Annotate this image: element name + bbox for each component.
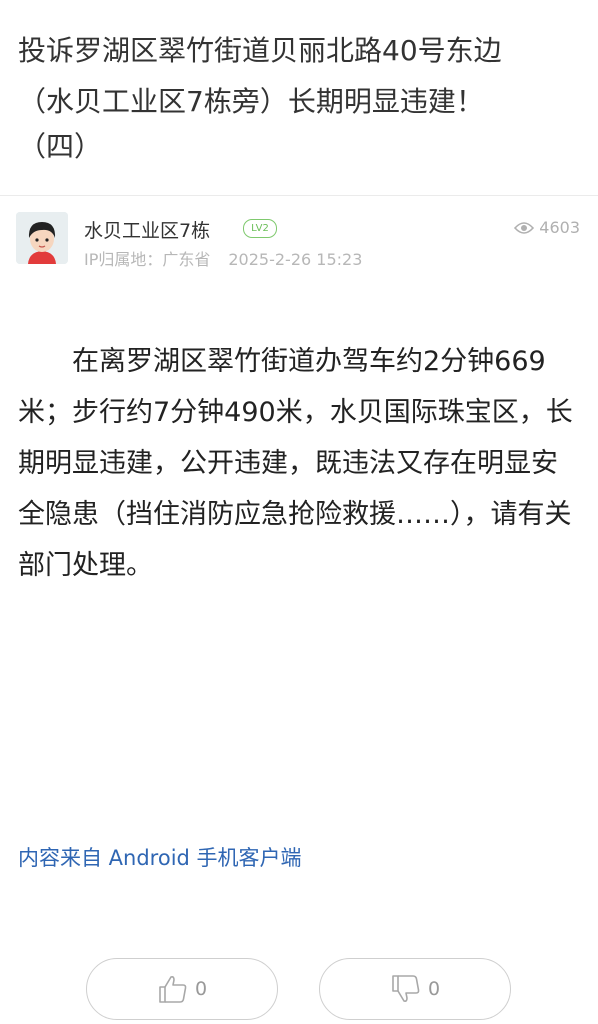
thumbs-up-icon (159, 976, 187, 1003)
avatar[interactable] (16, 212, 68, 264)
ip-location: IP归属地：广东省 (84, 250, 211, 269)
post-title-line-2: （水贝工业区7栋旁）长期明显违建！ (18, 85, 484, 118)
dislike-count: 0 (427, 978, 441, 1000)
post-content: 在离罗湖区翠竹街道办驾车约2分钟669米；步行约7分钟490米，水贝国际珠宝区，… (18, 346, 573, 581)
source-link[interactable]: 内容来自 Android 手机客户端 (18, 842, 302, 872)
post-title-line-3: （四） (18, 130, 103, 163)
user-avatar-icon (16, 212, 68, 264)
post-meta: IP归属地：广东省 2025-2-26 15:23 (84, 246, 362, 270)
like-button[interactable]: 0 (86, 958, 278, 1020)
post-date: 2025-2-26 15:23 (228, 250, 363, 269)
like-count: 0 (194, 978, 208, 1000)
post-title-line-1: 投诉罗湖区翠竹街道贝丽北路40号东边 (18, 34, 502, 67)
view-count: 4603 (514, 218, 580, 237)
level-badge: LV2 (243, 219, 277, 238)
eye-icon (514, 221, 535, 234)
thumbs-down-icon (392, 975, 420, 1002)
post-title: 投诉罗湖区翠竹街道贝丽北路40号东边 （水贝工业区7栋旁）长期明显违建！ （四） (0, 0, 598, 196)
author-name[interactable]: 水贝工业区7栋 (84, 216, 210, 243)
dislike-button[interactable]: 0 (319, 958, 511, 1020)
view-count-value: 4603 (539, 218, 580, 237)
